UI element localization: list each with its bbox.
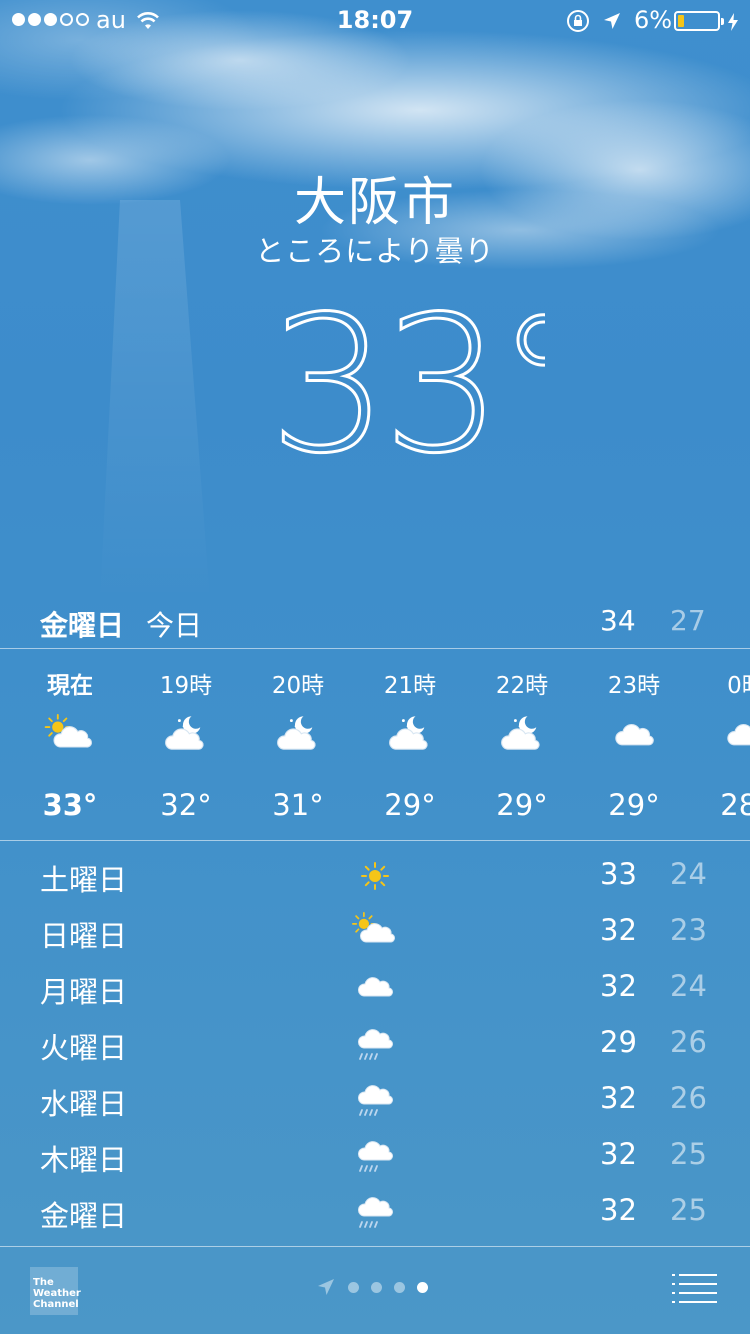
hour-label: 22時	[495, 673, 549, 699]
hourly-forecast-strip[interactable]: 現在 33° 19時 32° 20時 31° 21時 29° 22時 29° 23時 29° 0時 28°	[0, 650, 750, 840]
sun-cloud-icon	[350, 912, 400, 952]
list-icon	[672, 1274, 717, 1303]
daily-forecast-row: 日曜日 32 23	[0, 904, 750, 960]
moon-cloud-icon	[130, 714, 242, 754]
day-high: 32	[600, 1193, 637, 1227]
hour-temperature: 33°	[42, 788, 98, 822]
hourly-forecast-item: 現在 33°	[14, 650, 126, 840]
daily-forecast-list[interactable]: 土曜日 33 24 日曜日 32 23 月曜日 32 24 火曜日 29 26 水曜日 32 26 木曜日 32…	[0, 848, 750, 1240]
page-dot[interactable]	[348, 1281, 359, 1293]
today-day-name: 金曜日	[40, 609, 125, 642]
hourly-forecast-item: 23時 29°	[578, 650, 690, 840]
hour-label: 0時	[727, 673, 750, 699]
status-bar: au 18:07 6%	[0, 0, 750, 40]
daily-forecast-row: 木曜日 32 25	[0, 1128, 750, 1184]
day-low: 26	[670, 1081, 707, 1115]
city-name: 大阪市	[293, 173, 456, 233]
today-label: 今日	[146, 609, 203, 642]
moon-cloud-icon	[354, 714, 466, 754]
day-low: 24	[670, 857, 707, 891]
location-arrow-icon	[318, 1279, 334, 1295]
hourly-forecast-item: 0時 28°	[690, 650, 750, 840]
rotation-lock-icon	[566, 9, 590, 39]
logo-line: Weather	[33, 1288, 81, 1299]
daily-forecast-row: 金曜日 32 25	[0, 1184, 750, 1240]
day-name: 火曜日	[40, 1031, 128, 1065]
day-name: 日曜日	[40, 919, 128, 953]
cloud-icon	[578, 714, 690, 754]
cloud-icon	[350, 968, 400, 1008]
day-low: 23	[670, 913, 707, 947]
battery-fill	[678, 15, 684, 27]
daily-forecast-row: 土曜日 33 24	[0, 848, 750, 904]
hourly-forecast-item: 22時 29°	[466, 650, 578, 840]
day-high: 32	[600, 913, 637, 947]
hourly-forecast-item: 20時 31°	[242, 650, 354, 840]
hour-temperature: 32°	[160, 788, 212, 822]
logo-line: The	[33, 1277, 54, 1288]
day-name: 水曜日	[40, 1087, 128, 1121]
hour-temperature: 31°	[272, 788, 324, 822]
rain-cloud-icon	[350, 1136, 400, 1176]
day-high: 32	[600, 1081, 637, 1115]
cloud-icon	[690, 714, 750, 754]
day-name: 土曜日	[40, 863, 128, 897]
hourly-forecast-item: 21時 29°	[354, 650, 466, 840]
daily-forecast-row: 月曜日 32 24	[0, 960, 750, 1016]
logo-line: Channel	[33, 1299, 79, 1310]
hour-label: 19時	[159, 673, 213, 699]
page-dot[interactable]	[371, 1281, 382, 1293]
divider	[0, 840, 750, 841]
day-low: 25	[670, 1137, 707, 1171]
daily-forecast-row: 火曜日 29 26	[0, 1016, 750, 1072]
hour-label: 現在	[47, 673, 93, 699]
svg-text:33°: 33°	[269, 290, 545, 470]
hour-temperature: 28°	[720, 788, 750, 822]
battery-icon	[674, 11, 724, 31]
hour-label: 21時	[383, 673, 437, 699]
page-dot[interactable]	[417, 1281, 428, 1293]
day-high: 29	[600, 1025, 637, 1059]
charging-bolt-icon	[727, 10, 739, 38]
sun-icon	[350, 856, 400, 896]
current-condition: ところにより曇り	[255, 234, 495, 268]
hour-label: 20時	[271, 673, 325, 699]
day-high: 32	[600, 1137, 637, 1171]
day-low: 24	[670, 969, 707, 1003]
day-high: 32	[600, 969, 637, 1003]
day-low: 25	[670, 1193, 707, 1227]
weather-channel-logo[interactable]: The Weather Channel	[30, 1267, 81, 1315]
day-name: 月曜日	[40, 975, 128, 1009]
hour-label: 23時	[607, 673, 661, 699]
daily-forecast-row: 水曜日 32 26	[0, 1072, 750, 1128]
rain-cloud-icon	[350, 1080, 400, 1120]
sun-cloud-icon	[14, 714, 126, 754]
hourly-forecast-item: 19時 32°	[130, 650, 242, 840]
current-temperature: 33°	[268, 290, 546, 470]
footer-toolbar: The Weather Channel	[0, 1247, 750, 1334]
rain-cloud-icon	[350, 1192, 400, 1232]
moon-cloud-icon	[466, 714, 578, 754]
page-indicator[interactable]	[316, 1277, 428, 1297]
moon-cloud-icon	[242, 714, 354, 754]
day-low: 26	[670, 1025, 707, 1059]
today-low: 27	[670, 604, 706, 637]
divider	[0, 648, 750, 649]
battery-percentage: 6%	[634, 6, 673, 34]
location-services-icon	[602, 9, 622, 37]
day-name: 木曜日	[40, 1143, 128, 1177]
today-summary-row: 金曜日 今日 34 27	[0, 600, 750, 646]
day-name: 金曜日	[40, 1199, 128, 1233]
city-list-button[interactable]	[672, 1273, 718, 1307]
page-dot[interactable]	[394, 1281, 405, 1293]
day-high: 33	[600, 857, 637, 891]
rain-cloud-icon	[350, 1024, 400, 1064]
hour-temperature: 29°	[384, 788, 436, 822]
today-high: 34	[600, 604, 636, 637]
hour-temperature: 29°	[608, 788, 660, 822]
hour-temperature: 29°	[496, 788, 548, 822]
